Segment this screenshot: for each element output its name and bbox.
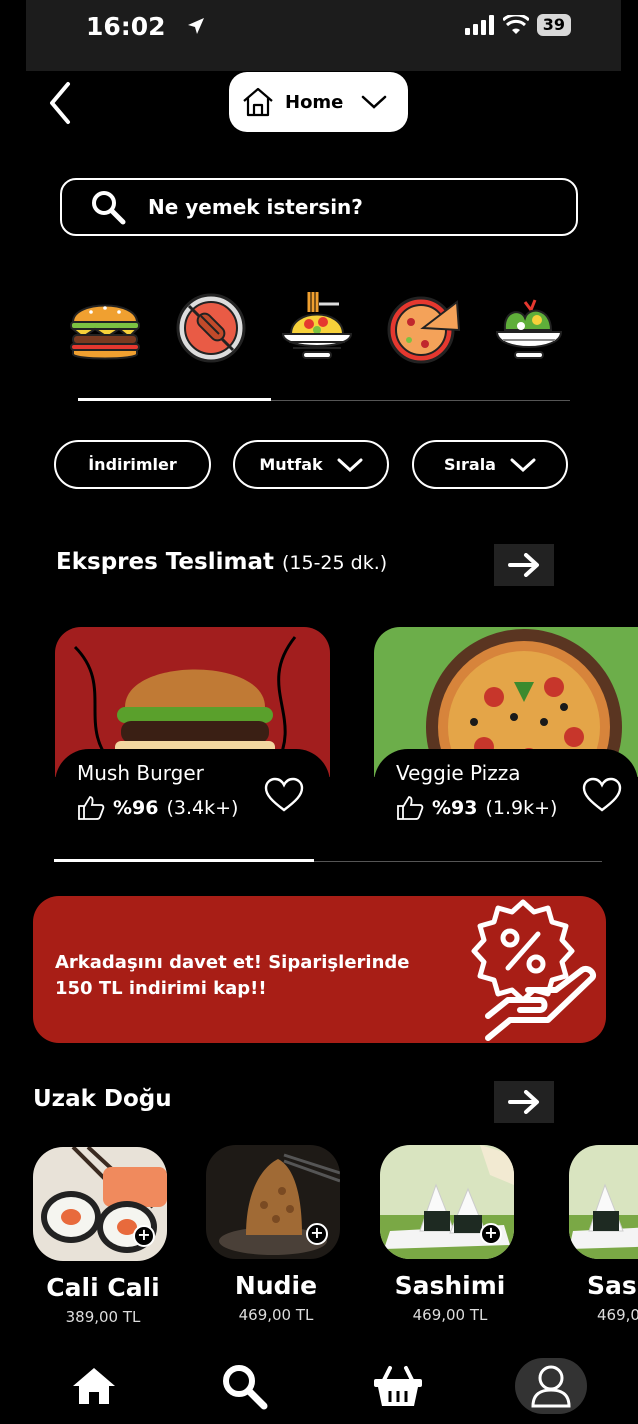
salad-icon[interactable] [491,290,567,366]
dish-price: 469,00 TL [412,1306,488,1324]
dish-price: 469,0 [597,1306,638,1324]
far-east-see-all-button[interactable] [494,1081,554,1123]
cuisine-filter-button[interactable]: Mutfak [233,440,389,489]
tab-basket[interactable] [368,1356,428,1416]
basket-icon [374,1366,422,1406]
express-card-burger[interactable]: Mush Burger %96 (3.4k+) [55,627,330,845]
search-icon [92,191,126,225]
filter-bar: İndirimler Mutfak Sırala [54,440,570,490]
dish-name: Sash [587,1271,638,1300]
express-subtitle: (15-25 dk.) [281,552,388,574]
kebab-icon[interactable] [173,290,249,366]
tab-home[interactable] [64,1356,124,1416]
chevron-down-icon [337,458,363,472]
tab-search[interactable] [214,1356,274,1416]
home-icon [243,87,273,117]
status-icons: 39 [464,14,571,36]
express-see-all-button[interactable] [494,544,554,586]
onigiri-photo [569,1145,638,1259]
card-info: Mush Burger %96 (3.4k+) [55,749,330,845]
tab-profile[interactable] [515,1358,587,1414]
dish-name: Nudie [234,1271,318,1300]
pasta-icon[interactable] [279,290,355,366]
cuisine-label: Mutfak [259,455,323,474]
dish-photo: + [380,1145,514,1259]
location-label: Home [285,91,344,113]
status-bar: 16:02 39 [26,0,621,71]
home-icon [73,1368,115,1404]
express-section-title: Ekspres Teslimat (15-25 dk.) [56,549,387,575]
rating-count: (3.4k+) [166,797,239,819]
add-to-cart-button[interactable]: + [133,1225,155,1247]
category-row [50,290,580,370]
search-placeholder: Ne yemek istersin? [148,195,363,219]
dish-photo [569,1145,638,1259]
location-arrow-icon [188,18,204,34]
location-selector[interactable]: Home [229,72,408,132]
search-icon [223,1365,268,1410]
user-icon [531,1365,571,1408]
sort-label: Sırala [444,455,496,474]
favorite-heart-icon[interactable] [264,777,304,813]
dish-name: Sashimi [394,1271,506,1300]
rating-percent: %93 [432,797,478,819]
dish-card[interactable]: + Sashimi 469,00 TL [380,1145,520,1324]
express-scroll-indicator [54,859,314,862]
dish-photo: + [33,1147,167,1261]
thumbs-up-icon [78,796,105,820]
status-time: 16:02 [86,12,166,41]
express-title: Ekspres Teslimat [56,549,274,575]
add-to-cart-button[interactable]: + [480,1223,502,1245]
dish-card[interactable]: + Nudie 469,00 TL [206,1145,346,1324]
card-info: Veggie Pizza %93 (1.9k+) [374,749,638,845]
chevron-down-icon [510,458,536,472]
battery-indicator: 39 [536,14,571,36]
rating-count: (1.9k+) [485,797,558,819]
add-to-cart-button[interactable]: + [306,1223,328,1245]
discounts-label: İndirimler [88,455,177,474]
search-input[interactable]: Ne yemek istersin? [60,178,578,236]
arrow-right-icon [508,1090,539,1114]
back-button[interactable] [44,80,76,126]
promo-text: Arkadaşını davet et! Siparişlerinde 150 … [55,952,410,999]
thumbs-up-icon [397,796,424,820]
discount-hand-icon [471,899,596,1041]
dish-price: 469,00 TL [238,1306,314,1324]
express-card-pizza[interactable]: Veggie Pizza %93 (1.9k+) [374,627,638,845]
far-east-title: Uzak Doğu [33,1086,172,1112]
signal-icon [464,15,494,35]
dish-photo: + [206,1145,340,1259]
arrow-right-icon [508,553,539,577]
sort-filter-button[interactable]: Sırala [412,440,568,489]
category-scroll-indicator [78,398,271,401]
dish-price: 389,00 TL [65,1308,141,1326]
chevron-down-icon [362,95,387,109]
pizza-icon[interactable] [385,290,461,366]
discounts-filter-button[interactable]: İndirimler [54,440,211,489]
dish-card[interactable]: Sash 469,0 [569,1145,638,1324]
referral-promo-banner[interactable]: Arkadaşını davet et! Siparişlerinde 150 … [33,896,606,1043]
bottom-tab-bar [0,1350,638,1424]
burger-icon[interactable] [67,290,143,366]
dish-name: Cali Cali [46,1273,160,1302]
rating-percent: %96 [113,797,159,819]
favorite-heart-icon[interactable] [582,777,622,813]
dish-card[interactable]: + Cali Cali 389,00 TL [33,1147,173,1326]
wifi-icon [502,15,529,34]
